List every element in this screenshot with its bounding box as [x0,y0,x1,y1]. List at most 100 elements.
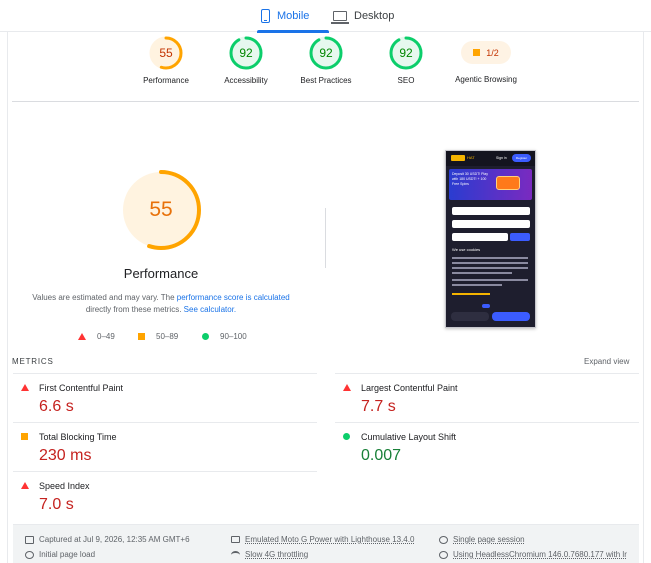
gauge-accessibility[interactable]: 92 Accessibility [201,36,291,85]
legend-pass: 90–100 [202,332,247,341]
thumb-text-line [452,257,528,259]
thumb-reject-button [451,312,489,321]
summary-gauges: 55 Performance 92 Accessibility 92 Best … [0,36,651,96]
agentic-value: 1/2 [486,47,499,58]
legend-average-label: 50–89 [156,332,179,341]
note-text-2: directly from these metrics. [85,305,184,314]
thumb-logo-text: HAT [467,155,475,160]
metric-name: Largest Contentful Paint [361,383,458,393]
metric-name: Speed Index [39,481,90,491]
phone-icon [261,9,270,23]
thumb-promo-field [452,233,508,241]
note-text-1: Values are estimated and may vary. The [32,293,177,302]
thumb-logo [451,155,465,161]
gauge-performance-value: 55 [159,46,173,60]
metric-total-blocking-time: Total Blocking Time 230 ms [13,422,317,471]
throttling-text: Slow 4G throttling [245,550,309,559]
circle-icon [343,433,350,440]
metric-name: First Contentful Paint [39,383,124,393]
metric-cumulative-layout-shift: Cumulative Layout Shift 0.007 [335,422,639,471]
thumb-email-field [452,207,530,215]
clock-icon [25,550,34,559]
metric-value: 7.0 s [39,496,74,513]
performance-score: 55 [149,198,173,221]
square-icon [21,433,28,440]
footer-device[interactable]: Emulated Moto G Power with Lighthouse 13… [231,535,414,544]
metric-speed-index: Speed Index 7.0 s [13,471,317,520]
legend-pass-label: 90–100 [220,332,247,341]
footer-initial-load: Initial page load [25,550,95,559]
footer-session[interactable]: Single page session [439,535,525,544]
thumb-text-line [452,262,528,264]
page-screenshot-thumbnail: HAT Sign in Register Deposit 30 USDT! Pl… [445,150,536,328]
thumb-cookie-link [452,293,490,295]
wifi-icon [231,550,240,559]
triangle-icon [21,482,29,489]
legend-fail-label: 0–49 [97,332,115,341]
session-text: Single page session [453,535,525,544]
page-icon [439,535,448,544]
metric-value: 6.6 s [39,398,74,415]
square-icon [138,333,145,340]
thumb-apply-button [510,233,530,241]
device-text: Emulated Moto G Power with Lighthouse 13… [245,535,415,544]
thumb-text-line [452,272,512,274]
browser-text: Using HeadlessChromium 146.0.7680.177 wi… [453,550,627,559]
gauge-agentic-browsing[interactable]: 1/2 Agentic Browsing [441,36,531,84]
score-legend: 0–49 50–89 90–100 [78,332,278,344]
gauge-performance[interactable]: 55 Performance [121,36,211,85]
metric-name: Cumulative Layout Shift [361,432,457,442]
initial-load-text: Initial page load [39,550,96,559]
gauge-best-practices[interactable]: 92 Best Practices [281,36,371,85]
thumb-slot-image [496,176,520,190]
triangle-icon [78,333,86,340]
captured-text: Captured at Jul 9, 2026, 12:35 AM GMT+6 [39,535,190,544]
score-calculated-link[interactable]: performance score is calculated [177,293,290,302]
gauge-seo-label: SEO [397,76,415,85]
legend-average: 50–89 [138,332,178,341]
agentic-label: Agentic Browsing [455,75,517,84]
gauge-seo[interactable]: 92 SEO [361,36,451,85]
legend-fail: 0–49 [78,332,115,341]
see-calculator-link[interactable]: See calculator. [184,305,236,314]
thumb-password-field [452,220,530,228]
metric-name: Total Blocking Time [39,432,117,442]
thumb-hero-text: Deposit 30 USDT! Play with 180 USDT! + 1… [452,172,488,186]
thumb-accept-button [492,312,530,321]
performance-note: Values are estimated and may vary. The p… [26,292,296,316]
tab-desktop[interactable]: Desktop [331,0,403,32]
gauge-best-practices-value: 92 [319,46,333,60]
metrics-heading: METRICS [12,357,54,366]
tab-mobile[interactable]: Mobile [257,0,329,33]
thumb-text-line [452,284,502,286]
footer-browser[interactable]: Using HeadlessChromium 146.0.7680.177 wi… [439,550,627,559]
circle-icon [202,333,209,340]
calendar-icon [25,535,34,544]
thumb-text-line [452,279,528,281]
vertical-separator [325,208,326,268]
thumb-toggle [482,304,490,308]
gauge-seo-value: 92 [399,46,413,60]
gauge-performance-label: Performance [143,76,189,85]
thumb-register: Register [512,154,531,162]
metric-largest-contentful-paint: Largest Contentful Paint 7.7 s [335,373,639,422]
performance-title: Performance [123,266,199,281]
expand-view-link[interactable]: Expand view [584,357,629,366]
triangle-icon [343,384,351,391]
agentic-square-icon [473,49,481,56]
tab-desktop-label: Desktop [354,10,395,22]
runtime-settings-footer: Captured at Jul 9, 2026, 12:35 AM GMT+6 … [13,524,639,563]
desktop-icon [331,11,349,24]
device-tabs: Mobile Desktop [0,0,651,33]
agentic-pill: 1/2 [461,41,511,64]
thumb-text-line [452,267,528,269]
device-icon [231,536,240,543]
gauge-accessibility-value: 92 [239,46,253,60]
footer-throttling[interactable]: Slow 4G throttling [231,550,308,559]
section-divider [12,101,639,102]
metric-first-contentful-paint: First Contentful Paint 6.6 s [13,373,317,422]
tab-mobile-label: Mobile [277,10,310,22]
metric-value: 7.7 s [361,398,396,415]
metric-value: 230 ms [39,447,92,464]
thumb-cookie-heading: We use cookies [452,247,481,252]
